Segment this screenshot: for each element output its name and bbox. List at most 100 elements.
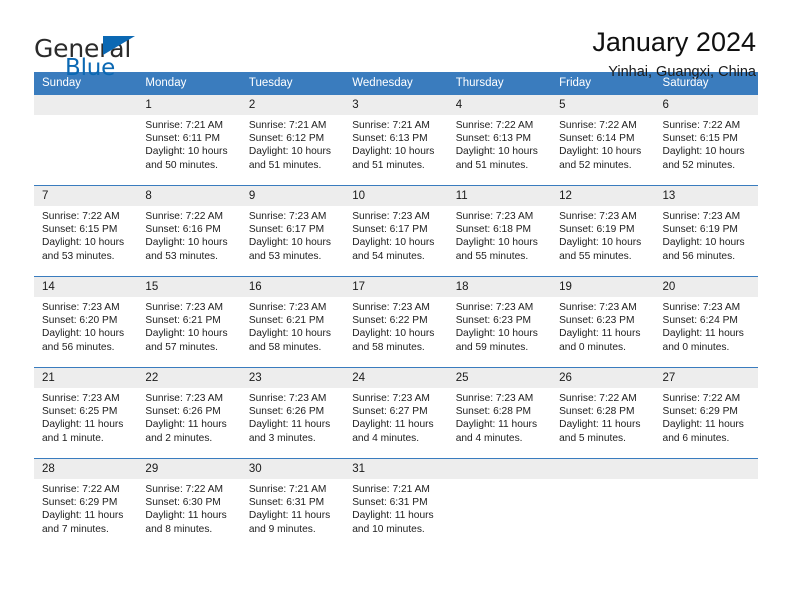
daylight-duration-line1: Daylight: 11 hours xyxy=(455,419,538,431)
day-number: 10 xyxy=(344,186,448,206)
calendar-body: 1 Sunrise: 7:21 AM Sunset: 6:11 PM Daylight… xyxy=(34,95,758,549)
calendar-day-cell[interactable]: 27 Sunrise: 7:22 AM Sunset: 6:29 PM Dayligh… xyxy=(654,367,758,459)
calendar-day-cell[interactable]: 4 Sunrise: 7:22 AM Sunset: 6:13 PM Daylight… xyxy=(447,95,552,186)
calendar-day-cell[interactable]: 3 Sunrise: 7:21 AM Sunset: 6:13 PM Daylight… xyxy=(344,95,448,186)
daylight-duration-line2: and 55 minutes. xyxy=(455,250,529,262)
daylight-duration-line2: and 51 minutes. xyxy=(352,159,425,171)
calendar-day-cell[interactable]: 20 Sunrise: 7:23 AM Sunset: 6:24 PM Dayligh… xyxy=(654,276,758,368)
daylight-duration-line1: Daylight: 11 hours xyxy=(559,328,641,340)
calendar-day-cell[interactable]: 31 Sunrise: 7:21 AM Sunset: 6:31 PM Dayligh… xyxy=(344,458,448,549)
day-details: Sunrise: 7:23 AM Sunset: 6:28 PM Daylight:… xyxy=(448,388,551,445)
sunrise-time: Sunrise: 7:22 AM xyxy=(42,211,120,222)
sunset-time: Sunset: 6:26 PM xyxy=(248,406,325,418)
daylight-duration-line1: Daylight: 10 hours xyxy=(455,237,538,249)
daylight-duration-line2: and 59 minutes. xyxy=(455,341,529,353)
sunrise-time: Sunrise: 7:23 AM xyxy=(662,302,741,313)
calendar-day-cell[interactable]: 18 Sunrise: 7:23 AM Sunset: 6:23 PM Dayligh… xyxy=(447,276,552,368)
day-number xyxy=(654,459,758,479)
calendar-day-cell[interactable]: 1 Sunrise: 7:21 AM Sunset: 6:11 PM Daylight… xyxy=(137,95,241,186)
sunset-time: Sunset: 6:26 PM xyxy=(145,406,221,418)
day-number: 15 xyxy=(137,277,241,297)
calendar-week-row: 14 Sunrise: 7:23 AM Sunset: 6:20 PM Dayligh… xyxy=(34,276,758,368)
sunrise-time: Sunrise: 7:23 AM xyxy=(559,211,637,222)
daylight-duration-line1: Daylight: 10 hours xyxy=(455,146,538,158)
calendar-day-cell[interactable]: 9 Sunrise: 7:23 AM Sunset: 6:17 PM Daylight… xyxy=(240,185,345,277)
day-cell-inner: 21 Sunrise: 7:23 AM Sunset: 6:25 PM Dayligh… xyxy=(34,368,138,458)
calendar-day-cell[interactable]: 15 Sunrise: 7:23 AM Sunset: 6:21 PM Dayligh… xyxy=(137,276,241,368)
calendar-day-cell[interactable]: 26 Sunrise: 7:22 AM Sunset: 6:28 PM Dayligh… xyxy=(551,367,655,459)
daylight-duration-line2: and 55 minutes. xyxy=(559,250,632,262)
calendar-day-cell[interactable]: 30 Sunrise: 7:21 AM Sunset: 6:31 PM Dayligh… xyxy=(240,458,345,549)
day-number: 31 xyxy=(344,459,448,479)
day-details: Sunrise: 7:23 AM Sunset: 6:21 PM Daylight:… xyxy=(137,297,240,354)
daylight-duration-line1: Daylight: 10 hours xyxy=(248,328,331,340)
day-number: 5 xyxy=(551,95,655,115)
day-details: Sunrise: 7:23 AM Sunset: 6:24 PM Daylight:… xyxy=(655,297,758,354)
calendar-day-cell[interactable]: 7 Sunrise: 7:22 AM Sunset: 6:15 PM Daylight… xyxy=(34,185,138,277)
calendar-day-cell[interactable]: 6 Sunrise: 7:22 AM Sunset: 6:15 PM Daylight… xyxy=(654,95,758,186)
calendar-day-cell[interactable]: 8 Sunrise: 7:22 AM Sunset: 6:16 PM Daylight… xyxy=(137,185,241,277)
day-details: Sunrise: 7:22 AM Sunset: 6:29 PM Daylight:… xyxy=(655,388,758,445)
sunset-time: Sunset: 6:25 PM xyxy=(42,406,118,418)
sunrise-time: Sunrise: 7:23 AM xyxy=(662,211,741,222)
calendar-day-cell[interactable]: 12 Sunrise: 7:23 AM Sunset: 6:19 PM Dayligh… xyxy=(551,185,655,277)
calendar-day-cell[interactable]: 25 Sunrise: 7:23 AM Sunset: 6:28 PM Dayligh… xyxy=(447,367,552,459)
day-cell-inner: 12 Sunrise: 7:23 AM Sunset: 6:19 PM Dayligh… xyxy=(551,186,655,276)
sunset-time: Sunset: 6:23 PM xyxy=(455,315,532,327)
day-cell-inner: 28 Sunrise: 7:22 AM Sunset: 6:29 PM Dayligh… xyxy=(34,459,138,549)
day-details: Sunrise: 7:23 AM Sunset: 6:19 PM Daylight:… xyxy=(551,206,654,263)
calendar-day-cell[interactable]: 21 Sunrise: 7:23 AM Sunset: 6:25 PM Dayligh… xyxy=(34,367,138,459)
sunset-time: Sunset: 6:13 PM xyxy=(455,133,532,145)
sunrise-time: Sunrise: 7:23 AM xyxy=(455,211,534,222)
calendar-day-cell[interactable]: 5 Sunrise: 7:22 AM Sunset: 6:14 PM Daylight… xyxy=(551,95,655,186)
calendar-day-cell[interactable]: 28 Sunrise: 7:22 AM Sunset: 6:29 PM Dayligh… xyxy=(34,458,138,549)
sunrise-time: Sunrise: 7:22 AM xyxy=(662,120,741,131)
day-cell-inner: 30 Sunrise: 7:21 AM Sunset: 6:31 PM Dayligh… xyxy=(240,459,345,549)
calendar-day-cell[interactable]: 13 Sunrise: 7:23 AM Sunset: 6:19 PM Dayligh… xyxy=(654,185,758,277)
daylight-duration-line1: Daylight: 11 hours xyxy=(145,510,227,522)
calendar-day-cell[interactable]: 19 Sunrise: 7:23 AM Sunset: 6:23 PM Dayligh… xyxy=(551,276,655,368)
daylight-duration-line1: Daylight: 10 hours xyxy=(145,146,228,158)
daylight-duration-line2: and 0 minutes. xyxy=(662,341,730,353)
calendar-day-cell[interactable]: 29 Sunrise: 7:22 AM Sunset: 6:30 PM Dayligh… xyxy=(137,458,241,549)
day-cell-inner: 9 Sunrise: 7:23 AM Sunset: 6:17 PM Daylight… xyxy=(240,186,345,276)
daylight-duration-line2: and 8 minutes. xyxy=(145,523,213,535)
day-cell-inner: 15 Sunrise: 7:23 AM Sunset: 6:21 PM Dayligh… xyxy=(137,277,241,367)
calendar-day-cell[interactable]: 14 Sunrise: 7:23 AM Sunset: 6:20 PM Dayligh… xyxy=(34,276,138,368)
daylight-duration-line1: Daylight: 10 hours xyxy=(248,237,331,249)
day-number xyxy=(447,459,552,479)
day-number: 8 xyxy=(137,186,241,206)
sunset-time: Sunset: 6:19 PM xyxy=(662,224,738,236)
daylight-duration-line2: and 0 minutes. xyxy=(559,341,626,353)
calendar-day-cell[interactable]: 11 Sunrise: 7:23 AM Sunset: 6:18 PM Dayligh… xyxy=(447,185,552,277)
day-number: 19 xyxy=(551,277,655,297)
calendar-day-cell[interactable]: 2 Sunrise: 7:21 AM Sunset: 6:12 PM Daylight… xyxy=(240,95,345,186)
calendar-day-cell[interactable]: 10 Sunrise: 7:23 AM Sunset: 6:17 PM Dayligh… xyxy=(344,185,448,277)
day-cell-inner: 8 Sunrise: 7:22 AM Sunset: 6:16 PM Daylight… xyxy=(137,186,241,276)
day-number: 17 xyxy=(344,277,448,297)
sunset-time: Sunset: 6:14 PM xyxy=(559,133,635,145)
day-details: Sunrise: 7:22 AM Sunset: 6:14 PM Daylight:… xyxy=(551,115,654,172)
day-details: Sunrise: 7:23 AM Sunset: 6:22 PM Daylight:… xyxy=(344,297,447,354)
daylight-duration-line2: and 50 minutes. xyxy=(145,159,218,171)
sunrise-time: Sunrise: 7:22 AM xyxy=(662,393,741,404)
general-blue-logo[interactable]: General Blue xyxy=(34,26,164,82)
page-title: January 2024 xyxy=(592,27,756,57)
calendar-day-cell[interactable]: 23 Sunrise: 7:23 AM Sunset: 6:26 PM Dayligh… xyxy=(240,367,345,459)
sunrise-time: Sunrise: 7:21 AM xyxy=(248,484,327,495)
calendar-day-cell[interactable]: 17 Sunrise: 7:23 AM Sunset: 6:22 PM Dayligh… xyxy=(344,276,448,368)
sunset-time: Sunset: 6:23 PM xyxy=(559,315,635,327)
sunset-time: Sunset: 6:31 PM xyxy=(352,497,428,509)
calendar-day-cell[interactable]: 22 Sunrise: 7:23 AM Sunset: 6:26 PM Dayligh… xyxy=(137,367,241,459)
daylight-duration-line2: and 56 minutes. xyxy=(662,250,736,262)
daylight-duration-line1: Daylight: 11 hours xyxy=(248,510,331,522)
calendar-day-cell[interactable]: 24 Sunrise: 7:23 AM Sunset: 6:27 PM Dayligh… xyxy=(344,367,448,459)
daylight-duration-line1: Daylight: 10 hours xyxy=(352,237,435,249)
day-cell-inner: 2 Sunrise: 7:21 AM Sunset: 6:12 PM Daylight… xyxy=(240,95,345,185)
calendar-day-cell[interactable]: 16 Sunrise: 7:23 AM Sunset: 6:21 PM Dayligh… xyxy=(240,276,345,368)
day-number: 4 xyxy=(447,95,552,115)
sunset-time: Sunset: 6:21 PM xyxy=(145,315,221,327)
day-details: Sunrise: 7:23 AM Sunset: 6:23 PM Daylight:… xyxy=(551,297,654,354)
calendar-page: General Blue January 2024 Yinhai, Guangx… xyxy=(0,0,792,612)
daylight-duration-line2: and 7 minutes. xyxy=(42,523,109,535)
